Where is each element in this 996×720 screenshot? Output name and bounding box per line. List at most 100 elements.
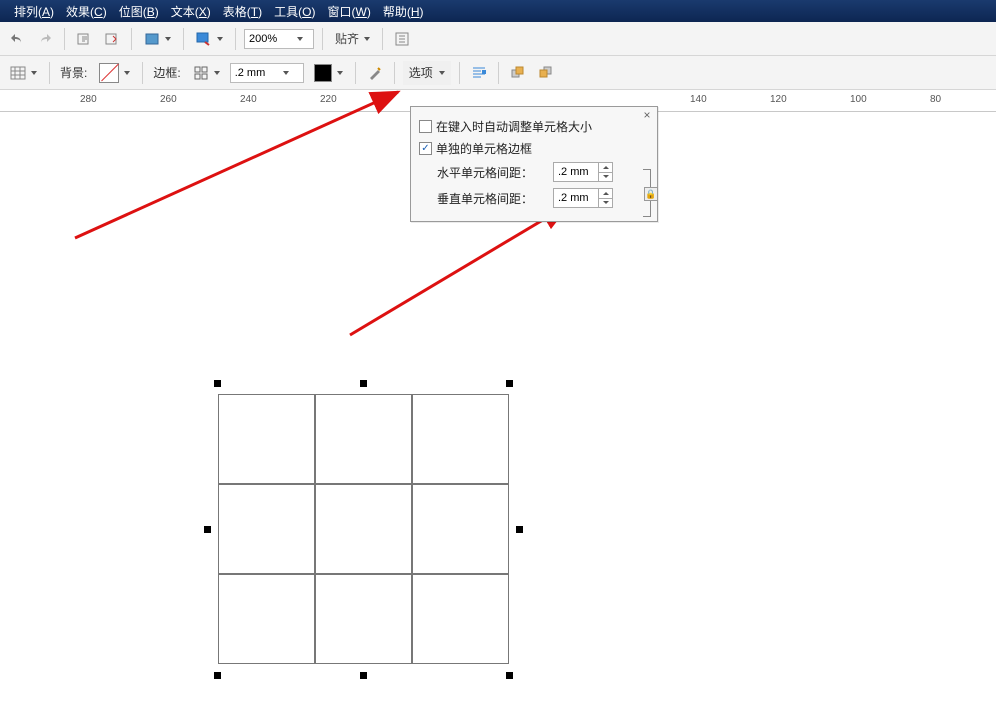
table-cell[interactable] — [315, 394, 412, 484]
options-flyout-button[interactable]: 选项 — [403, 61, 451, 85]
ruler-tick: 220 — [320, 94, 337, 105]
table-cell[interactable] — [412, 394, 509, 484]
menubar: 排列(A) 效果(C) 位图(B) 文本(X) 表格(T) 工具(O) 窗口(W… — [0, 0, 996, 22]
spinner-up-icon[interactable] — [598, 163, 612, 173]
table-cell[interactable] — [218, 574, 315, 664]
separator — [459, 62, 460, 84]
ruler-tick: 260 — [160, 94, 177, 105]
spinner-up-icon[interactable] — [598, 189, 612, 199]
horizontal-gap-spinner[interactable] — [553, 162, 613, 182]
table-grid[interactable] — [218, 394, 509, 664]
selection-handle-tr[interactable] — [506, 380, 513, 387]
table-cell[interactable] — [315, 574, 412, 664]
chevron-down-icon — [439, 71, 445, 75]
outline-color-picker[interactable] — [310, 62, 347, 84]
chevron-down-icon — [297, 37, 303, 41]
separator — [355, 62, 356, 84]
selection-handle-ml[interactable] — [204, 526, 211, 533]
selection-handle-bl[interactable] — [214, 672, 221, 679]
separator — [322, 28, 323, 50]
options-flyout-panel: × 在键入时自动调整单元格大小 单独的单元格边框 水平单元格间距： 垂直单元格间… — [410, 106, 658, 222]
separator — [131, 28, 132, 50]
chevron-down-icon — [214, 71, 220, 75]
to-back-icon[interactable] — [535, 62, 557, 84]
menu-arrange[interactable]: 排列(A) — [14, 3, 54, 20]
menu-tools[interactable]: 工具(O) — [274, 3, 315, 20]
redo-icon[interactable] — [34, 28, 56, 50]
ruler-tick: 100 — [850, 94, 867, 105]
border-width-input[interactable] — [231, 67, 281, 79]
vertical-gap-label: 垂直单元格间距： — [437, 190, 547, 207]
chevron-down-icon — [283, 71, 289, 75]
export-icon[interactable] — [101, 28, 123, 50]
import-icon[interactable] — [73, 28, 95, 50]
undo-icon[interactable] — [6, 28, 28, 50]
border-selection-dropdown[interactable] — [189, 62, 224, 84]
no-fill-swatch-icon — [99, 63, 119, 83]
menu-window[interactable]: 窗口(W) — [328, 3, 371, 20]
outline-pen-icon[interactable] — [364, 62, 386, 84]
options-label: 选项 — [409, 64, 433, 81]
separator — [498, 62, 499, 84]
publish-dropdown[interactable] — [140, 28, 175, 50]
separator — [183, 28, 184, 50]
horizontal-gap-label: 水平单元格间距： — [437, 164, 547, 181]
selection-handle-bm[interactable] — [360, 672, 367, 679]
selection-handle-tm[interactable] — [360, 380, 367, 387]
vertical-gap-spinner[interactable] — [553, 188, 613, 208]
chevron-down-icon — [217, 37, 223, 41]
launch-dropdown[interactable] — [192, 28, 227, 50]
zoom-combo[interactable] — [244, 29, 314, 49]
ruler-tick: 80 — [930, 94, 941, 105]
menu-effects[interactable]: 效果(C) — [66, 3, 107, 20]
border-width-combo[interactable] — [230, 63, 304, 83]
background-color-picker[interactable] — [95, 62, 134, 84]
vertical-gap-input[interactable] — [554, 189, 598, 207]
table-cell[interactable] — [218, 394, 315, 484]
menu-table[interactable]: 表格(T) — [223, 3, 262, 20]
snap-label: 贴齐 — [335, 30, 359, 47]
menu-bitmap[interactable]: 位图(B) — [119, 3, 159, 20]
spinner-down-icon[interactable] — [598, 199, 612, 208]
menu-text[interactable]: 文本(X) — [171, 3, 211, 20]
separator — [142, 62, 143, 84]
ruler-tick: 140 — [690, 94, 707, 105]
table-cell[interactable] — [315, 484, 412, 574]
menu-help[interactable]: 帮助(H) — [383, 3, 424, 20]
ruler-tick: 240 — [240, 94, 257, 105]
standard-toolbar: 贴齐 — [0, 22, 996, 56]
options-dialog-icon[interactable] — [391, 28, 413, 50]
text-wrap-icon[interactable] — [468, 62, 490, 84]
snap-dropdown[interactable]: 贴齐 — [331, 28, 374, 50]
chevron-down-icon — [337, 71, 343, 75]
separate-border-label: 单独的单元格边框 — [436, 140, 532, 157]
selection-handle-tl[interactable] — [214, 380, 221, 387]
black-swatch-icon — [314, 64, 332, 82]
table-object[interactable] — [218, 394, 509, 664]
lock-icon[interactable]: 🔒 — [644, 187, 658, 201]
table-cell[interactable] — [412, 484, 509, 574]
zoom-input[interactable] — [245, 33, 295, 45]
separate-border-checkbox[interactable] — [419, 142, 432, 155]
selection-handle-mr[interactable] — [516, 526, 523, 533]
separator — [49, 62, 50, 84]
auto-resize-checkbox[interactable] — [419, 120, 432, 133]
chevron-down-icon — [165, 37, 171, 41]
auto-resize-label: 在键入时自动调整单元格大小 — [436, 118, 592, 135]
table-cell[interactable] — [412, 574, 509, 664]
spinner-down-icon[interactable] — [598, 173, 612, 182]
chevron-down-icon — [31, 71, 37, 75]
background-label: 背景: — [60, 64, 87, 81]
separator — [64, 28, 65, 50]
separator — [235, 28, 236, 50]
chevron-down-icon — [364, 37, 370, 41]
close-icon[interactable]: × — [641, 109, 653, 121]
table-cell[interactable] — [218, 484, 315, 574]
separator — [382, 28, 383, 50]
to-front-icon[interactable] — [507, 62, 529, 84]
horizontal-gap-input[interactable] — [554, 163, 598, 181]
separator — [394, 62, 395, 84]
selection-handle-br[interactable] — [506, 672, 513, 679]
chevron-down-icon — [124, 71, 130, 75]
table-layout-dropdown[interactable] — [6, 62, 41, 84]
